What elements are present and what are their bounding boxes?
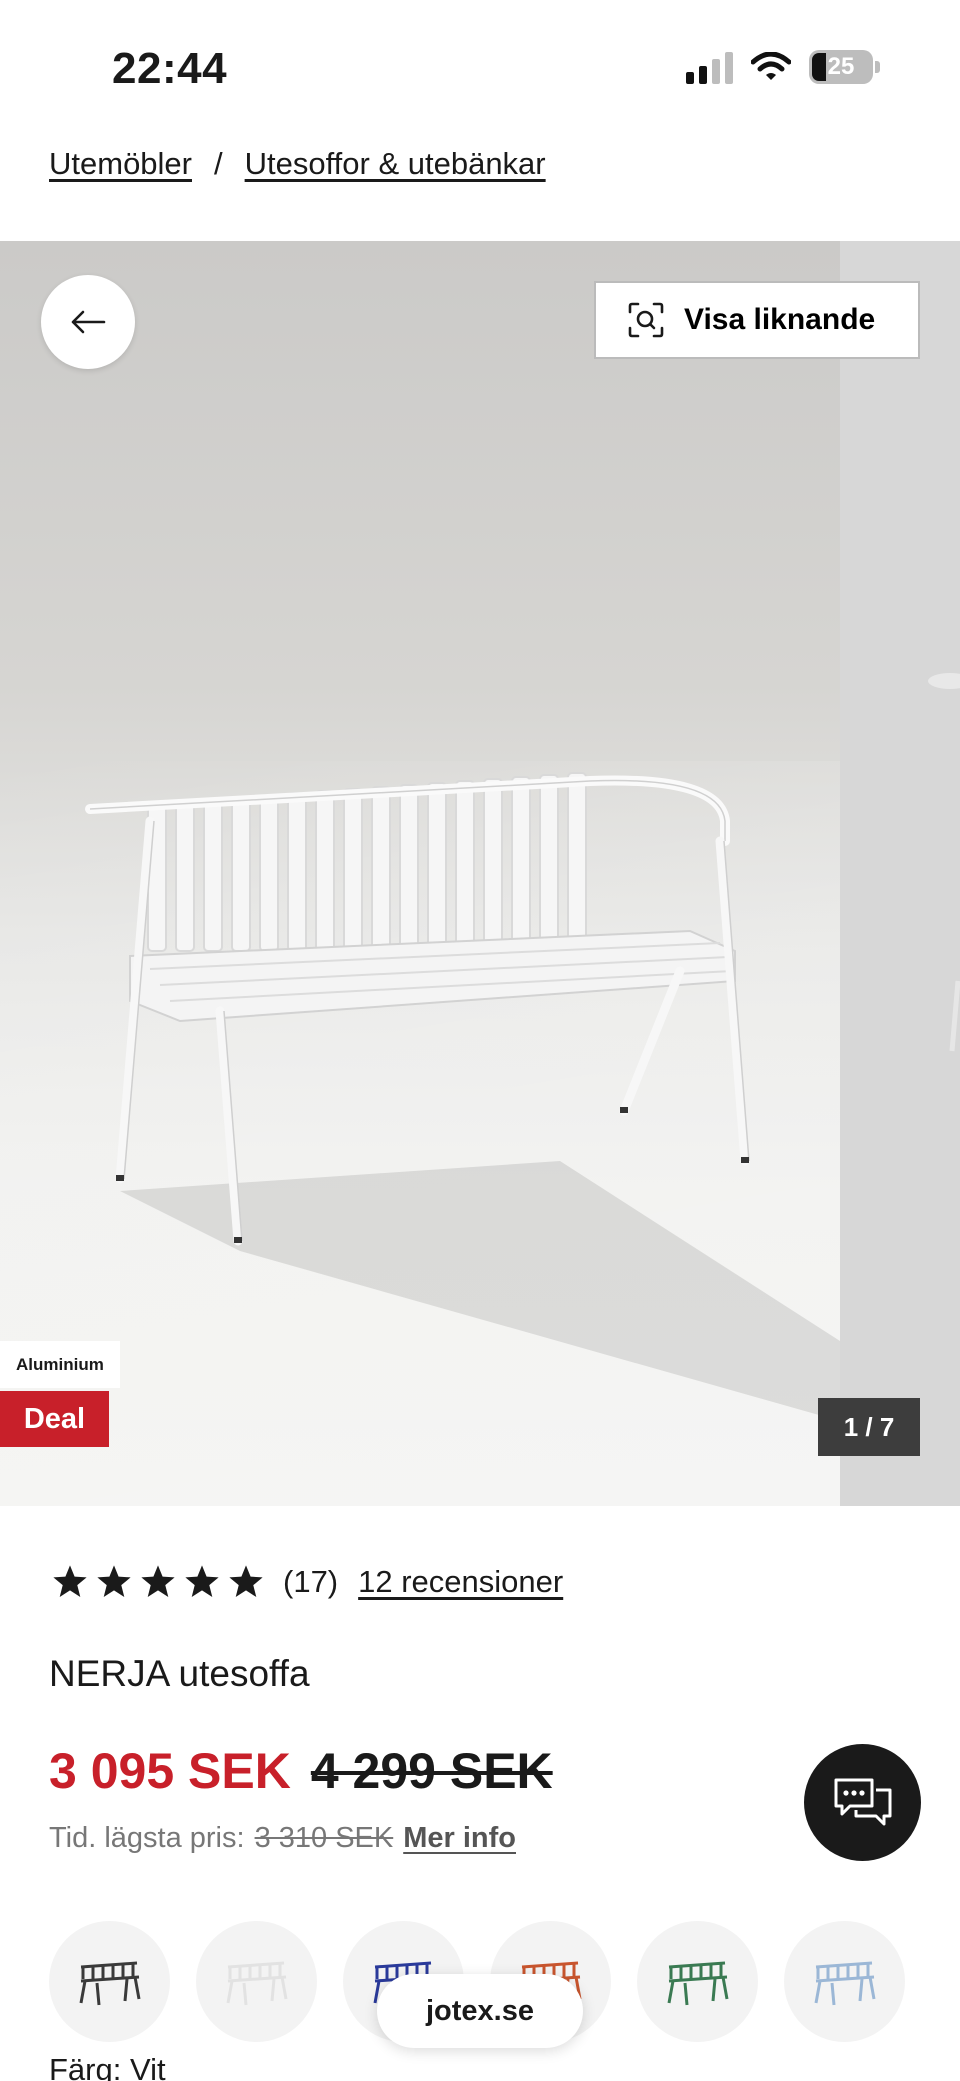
star-icon (185, 1565, 219, 1598)
chat-icon (834, 1778, 891, 1825)
reviews-link[interactable]: 12 recensioner (358, 1564, 563, 1600)
product-rating: (17) 12 recensioner (51, 1563, 563, 1601)
cellular-signal-icon (686, 50, 733, 84)
product-title: NERJA utesoffa (49, 1653, 310, 1694)
swatch-black[interactable] (49, 1921, 170, 2042)
product-image-carousel[interactable] (0, 241, 960, 1506)
lowest-price-label: Tid. lägsta pris: (49, 1822, 245, 1854)
price-block: 3 095 SEK 4 299 SEK (49, 1742, 553, 1800)
swatch-light-blue[interactable] (784, 1921, 905, 2042)
show-similar-button[interactable]: Visa liknande (594, 281, 920, 359)
breadcrumb-separator: / (214, 146, 223, 181)
star-icon (141, 1565, 175, 1598)
deal-badge: Deal (0, 1391, 109, 1447)
current-price: 3 095 SEK (49, 1743, 291, 1799)
show-similar-label: Visa liknande (684, 303, 876, 336)
site-url-pill[interactable]: jotex.se (377, 1974, 583, 2048)
star-icon (229, 1565, 263, 1598)
more-info-link[interactable]: Mer info (403, 1822, 516, 1855)
breadcrumb-link-utemobler[interactable]: Utemöbler (49, 146, 192, 182)
image-counter: 1 / 7 (818, 1398, 920, 1456)
star-icon (97, 1565, 131, 1598)
wifi-icon (751, 52, 791, 80)
visual-search-icon (628, 302, 664, 338)
star-icon (53, 1565, 87, 1598)
bench-thumbnail-icon (79, 1961, 140, 2005)
breadcrumb-link-utesoffor[interactable]: Utesoffor & utebänkar (245, 146, 546, 182)
selected-color-label: Färg: Vit (49, 2052, 166, 2081)
lowest-price-value: 3 310 SEK (254, 1822, 394, 1854)
chat-button[interactable] (804, 1744, 921, 1861)
status-icons: 25 (686, 50, 880, 84)
bench-thumbnail-icon (814, 1961, 875, 2005)
original-price: 4 299 SEK (310, 1743, 553, 1799)
bench-thumbnail-icon (226, 1961, 287, 2005)
next-product-image-peek (840, 241, 960, 1506)
arrow-left-icon (71, 310, 106, 334)
material-tag: Aluminium (0, 1341, 120, 1388)
status-time: 22:44 (112, 44, 228, 93)
bench-thumbnail-icon (667, 1961, 728, 2005)
back-button[interactable] (41, 275, 135, 369)
breadcrumb: Utemöbler / Utesoffor & utebänkar (49, 146, 546, 182)
rating-stars (51, 1563, 265, 1601)
battery-icon: 25 (809, 50, 880, 84)
swatch-white[interactable] (196, 1921, 317, 2042)
bench-illustration (85, 772, 840, 1421)
lowest-price-info: Tid. lägsta pris: 3 310 SEK Mer info (49, 1822, 516, 1855)
rating-count: (17) (283, 1564, 339, 1599)
battery-level: 25 (827, 53, 855, 80)
swatch-green[interactable] (637, 1921, 758, 2042)
status-bar: 22:44 25 (0, 0, 960, 140)
